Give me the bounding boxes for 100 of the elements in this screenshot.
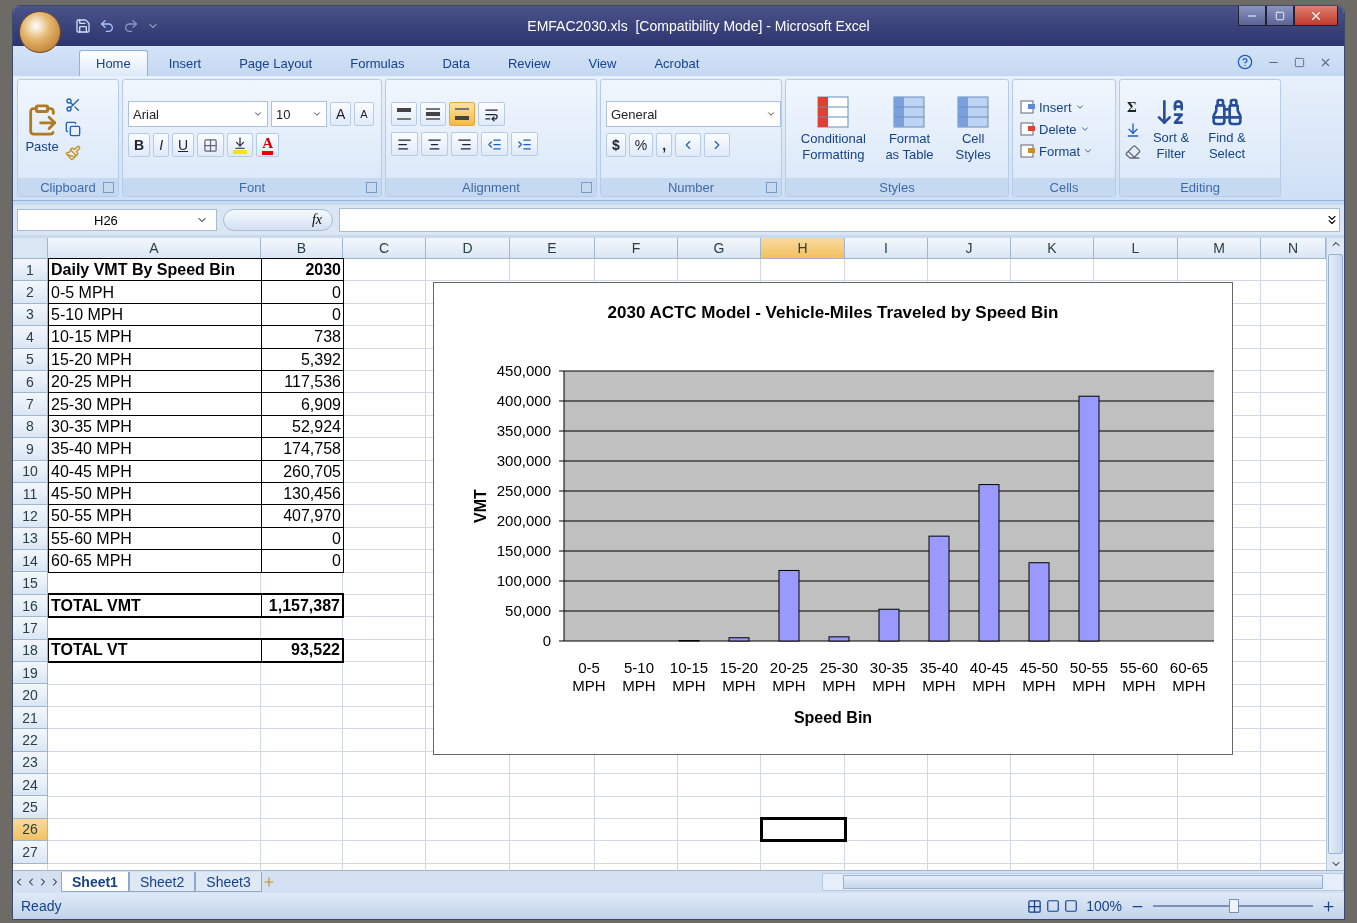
row-header[interactable]: 7: [13, 393, 48, 416]
scrollbar-thumb[interactable]: [843, 875, 1323, 889]
column-header[interactable]: F: [595, 238, 678, 259]
row-header[interactable]: 20: [13, 684, 48, 707]
column-header[interactable]: E: [510, 238, 595, 259]
row-header[interactable]: 18: [13, 639, 48, 663]
sheet-tab[interactable]: Sheet3: [195, 872, 262, 892]
decrease-indent-button[interactable]: [481, 132, 508, 156]
row-header[interactable]: 9: [13, 438, 48, 461]
vertical-align-button[interactable]: [449, 102, 475, 126]
autosum-button[interactable]: Σ: [1125, 98, 1139, 116]
column-header[interactable]: D: [426, 238, 510, 259]
row-header[interactable]: 23: [13, 751, 48, 774]
align-left-button[interactable]: [391, 132, 418, 156]
paste-button[interactable]: Paste: [23, 101, 61, 157]
ribbon-tab[interactable]: View: [571, 50, 634, 76]
format-painter-icon[interactable]: [65, 145, 81, 161]
scrollbar-thumb[interactable]: [1328, 254, 1343, 854]
undo-icon[interactable]: [99, 18, 115, 34]
insert-function-button[interactable]: fx: [223, 209, 333, 231]
maximize-button[interactable]: [1266, 6, 1294, 26]
row-header[interactable]: 26: [13, 818, 48, 842]
grow-font-button[interactable]: A: [330, 102, 352, 126]
row-header[interactable]: 13: [13, 527, 48, 551]
row-header[interactable]: 21: [13, 706, 48, 730]
column-header[interactable]: K: [1011, 238, 1094, 259]
vertical-align-button[interactable]: [420, 102, 446, 126]
row-header[interactable]: 14: [13, 550, 48, 573]
column-header[interactable]: B: [261, 238, 343, 259]
help-icon[interactable]: [1237, 54, 1253, 70]
borders-button[interactable]: [197, 133, 225, 157]
font-style-button[interactable]: B: [128, 133, 151, 157]
zoom-slider-thumb[interactable]: [1229, 899, 1239, 913]
eraser-icon[interactable]: [1125, 144, 1141, 160]
row-header[interactable]: 6: [13, 370, 48, 394]
row-header[interactable]: 22: [13, 729, 48, 752]
align-right-button[interactable]: [451, 132, 478, 156]
copy-icon[interactable]: [65, 121, 81, 137]
vertical-align-button[interactable]: [391, 102, 417, 126]
ribbon-tab[interactable]: Page Layout: [222, 50, 330, 76]
column-header[interactable]: I: [845, 238, 928, 259]
comma-button[interactable]: ,: [656, 133, 673, 157]
row-header[interactable]: 16: [13, 594, 48, 618]
formula-field[interactable]: [339, 208, 1340, 232]
redo-icon[interactable]: [123, 18, 139, 34]
ribbon-tab[interactable]: Insert: [151, 50, 219, 76]
horizontal-scrollbar[interactable]: [822, 873, 1344, 891]
normal-view-icon[interactable]: [1027, 898, 1043, 914]
office-button[interactable]: [19, 11, 61, 53]
column-header[interactable]: M: [1178, 238, 1261, 259]
zoom-in-icon[interactable]: [1321, 898, 1336, 914]
shrink-font-button[interactable]: A: [354, 102, 374, 126]
page-layout-view-icon[interactable]: [1046, 899, 1061, 913]
row-header[interactable]: 15: [13, 572, 48, 595]
close-button[interactable]: [1294, 6, 1338, 26]
styles-button[interactable]: Format as Table: [879, 93, 940, 165]
row-header[interactable]: 19: [13, 662, 48, 685]
row-header[interactable]: 25: [13, 796, 48, 819]
currency-button[interactable]: $: [606, 133, 626, 157]
fill-color-button[interactable]: [227, 133, 254, 157]
font-size-field[interactable]: 10: [271, 101, 327, 127]
column-header[interactable]: H: [761, 238, 845, 259]
page-break-view-icon[interactable]: [1064, 899, 1079, 913]
ribbon-tab[interactable]: Data: [425, 50, 487, 76]
row-header[interactable]: 17: [13, 617, 48, 640]
row-header[interactable]: 1: [13, 259, 48, 282]
number-format-field[interactable]: General: [606, 101, 781, 127]
column-header[interactable]: L: [1094, 238, 1178, 259]
cells-button[interactable]: Delete: [1018, 120, 1092, 138]
row-header[interactable]: 5: [13, 348, 48, 371]
ribbon-tab[interactable]: Formulas: [333, 50, 422, 76]
column-header[interactable]: G: [678, 238, 761, 259]
restore-icon[interactable]: [1294, 56, 1305, 68]
row-header[interactable]: 8: [13, 415, 48, 439]
cells-button[interactable]: Insert: [1018, 98, 1087, 116]
decrease-decimal-button[interactable]: [704, 133, 731, 157]
fill-down-icon[interactable]: [1125, 122, 1141, 138]
font-style-button[interactable]: U: [172, 133, 195, 157]
find-select-button[interactable]: Find & Select: [1201, 94, 1253, 164]
row-header[interactable]: 27: [13, 841, 48, 864]
row-header[interactable]: 10: [13, 460, 48, 483]
sort-filter-button[interactable]: Sort & Filter: [1145, 94, 1197, 164]
styles-button[interactable]: Cell Styles: [943, 93, 1003, 165]
column-header[interactable]: J: [928, 238, 1011, 259]
row-header[interactable]: 2: [13, 281, 48, 304]
minimize-button[interactable]: [1238, 6, 1266, 26]
row-header[interactable]: 24: [13, 774, 48, 797]
font-color-button[interactable]: A: [256, 133, 279, 157]
styles-button[interactable]: Conditional Formatting: [791, 93, 876, 165]
ribbon-tab[interactable]: Review: [490, 50, 568, 76]
increase-indent-button[interactable]: [511, 132, 538, 156]
orientation-button[interactable]: [478, 102, 505, 126]
vertical-scrollbar[interactable]: [1326, 238, 1344, 870]
save-icon[interactable]: [75, 18, 91, 34]
name-box[interactable]: H26: [17, 209, 217, 231]
font-name-field[interactable]: Arial: [128, 101, 268, 127]
font-style-button[interactable]: I: [153, 133, 169, 157]
row-header[interactable]: 4: [13, 326, 48, 349]
row-header[interactable]: 11: [13, 482, 48, 506]
column-header[interactable]: C: [343, 238, 426, 259]
